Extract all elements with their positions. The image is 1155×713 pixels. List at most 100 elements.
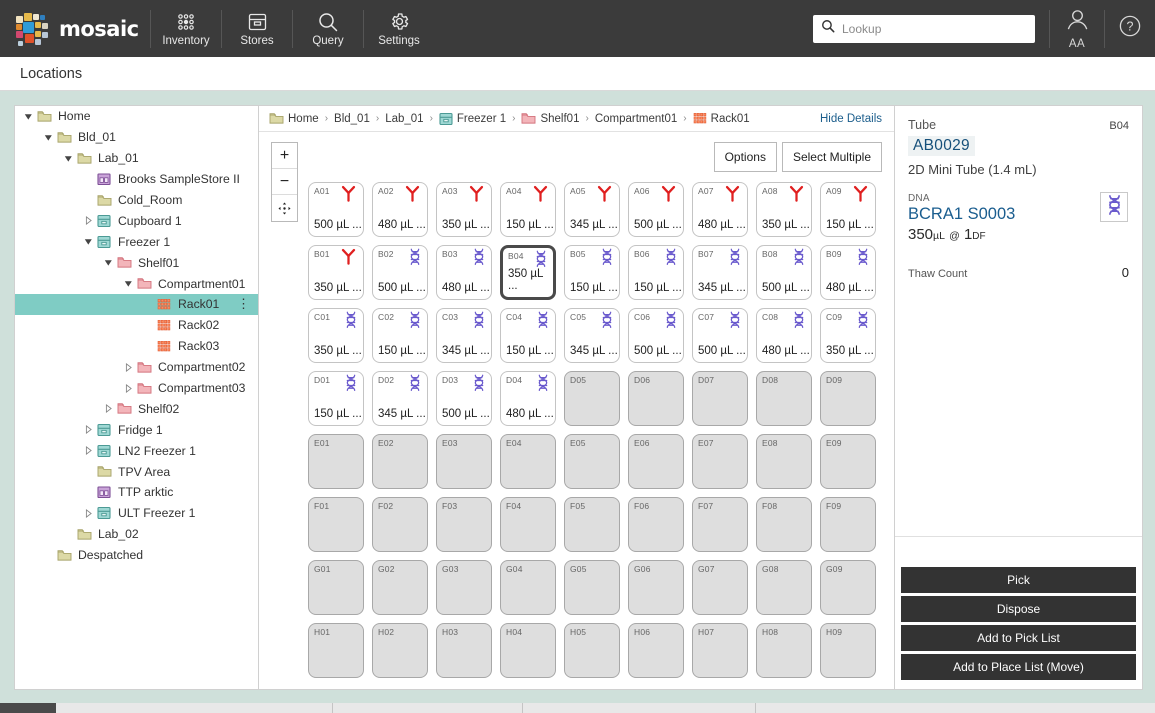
well-body[interactable]: H01 [308, 623, 364, 678]
well-body[interactable]: F03 [436, 497, 492, 552]
rack-well-B09[interactable]: B09480 µL ... [816, 241, 880, 304]
tree-item-compartment02[interactable]: Compartment02 [15, 357, 258, 378]
well-body[interactable]: H09 [820, 623, 876, 678]
tree-twisty-icon[interactable] [81, 216, 95, 225]
hide-details-link[interactable]: Hide Details [820, 106, 882, 132]
breadcrumb-item-lab-01[interactable]: Lab_01 [385, 113, 423, 125]
rack-well-A06[interactable]: A06500 µL ... [624, 178, 688, 241]
well-body[interactable]: F04 [500, 497, 556, 552]
rack-well-A07[interactable]: A07480 µL ... [688, 178, 752, 241]
well-body[interactable]: A05345 µL ... [564, 182, 620, 237]
scrollbar-thumb[interactable] [0, 703, 56, 713]
tree-twisty-icon[interactable] [81, 509, 95, 518]
rack-well-D08[interactable]: D08 [752, 367, 816, 430]
rack-well-B05[interactable]: B05150 µL ... [560, 241, 624, 304]
tree-twisty-icon[interactable] [121, 363, 135, 372]
tree-twisty-icon[interactable] [41, 133, 55, 142]
options-button[interactable]: Options [714, 142, 777, 172]
well-body[interactable]: B04350 µL ... [500, 245, 556, 300]
rack-well-G02[interactable]: G02 [368, 556, 432, 619]
well-body[interactable]: F06 [628, 497, 684, 552]
tree-item-despatched[interactable]: Despatched [15, 545, 258, 566]
rack-well-A08[interactable]: A08350 µL ... [752, 178, 816, 241]
tree-twisty-icon[interactable] [61, 154, 75, 163]
well-body[interactable]: H07 [692, 623, 748, 678]
well-body[interactable]: A03350 µL ... [436, 182, 492, 237]
rack-well-H09[interactable]: H09 [816, 619, 880, 682]
tree-item-ult-freezer-1[interactable]: ULT Freezer 1 [15, 503, 258, 524]
tree-twisty-icon[interactable] [81, 446, 95, 455]
rack-well-B04[interactable]: B04350 µL ... [496, 241, 560, 304]
well-body[interactable]: H04 [500, 623, 556, 678]
well-body[interactable]: B08500 µL ... [756, 245, 812, 300]
rack-well-C05[interactable]: C05345 µL ... [560, 304, 624, 367]
rack-well-B06[interactable]: B06150 µL ... [624, 241, 688, 304]
rack-well-D04[interactable]: D04480 µL ... [496, 367, 560, 430]
rack-well-H01[interactable]: H01 [304, 619, 368, 682]
lookup-search-box[interactable] [813, 15, 1035, 43]
rack-well-G07[interactable]: G07 [688, 556, 752, 619]
rack-well-B01[interactable]: B01350 µL ... [304, 241, 368, 304]
user-account-button[interactable]: AA [1050, 8, 1104, 50]
tree-item-lab-02[interactable]: Lab_02 [15, 524, 258, 545]
lookup-input[interactable] [842, 22, 1027, 36]
well-body[interactable]: H06 [628, 623, 684, 678]
well-body[interactable]: B02500 µL ... [372, 245, 428, 300]
tree-twisty-icon[interactable] [121, 384, 135, 393]
rack-well-B07[interactable]: B07345 µL ... [688, 241, 752, 304]
well-body[interactable]: D06 [628, 371, 684, 426]
nav-settings[interactable]: Settings [364, 0, 434, 57]
well-body[interactable]: F07 [692, 497, 748, 552]
nav-stores[interactable]: Stores [222, 0, 292, 57]
well-body[interactable]: H05 [564, 623, 620, 678]
well-body[interactable]: E08 [756, 434, 812, 489]
rack-well-H05[interactable]: H05 [560, 619, 624, 682]
tree-twisty-icon[interactable] [81, 237, 95, 246]
tree-item-lab-01[interactable]: Lab_01 [15, 148, 258, 169]
well-body[interactable]: C03345 µL ... [436, 308, 492, 363]
well-body[interactable]: C08480 µL ... [756, 308, 812, 363]
well-body[interactable]: G08 [756, 560, 812, 615]
rack-well-F04[interactable]: F04 [496, 493, 560, 556]
well-body[interactable]: G01 [308, 560, 364, 615]
well-body[interactable]: H08 [756, 623, 812, 678]
rack-well-A01[interactable]: A01500 µL ... [304, 178, 368, 241]
well-body[interactable]: E01 [308, 434, 364, 489]
fit-to-view-button[interactable] [272, 195, 297, 221]
rack-well-H04[interactable]: H04 [496, 619, 560, 682]
well-body[interactable]: G03 [436, 560, 492, 615]
tree-item-fridge-1[interactable]: Fridge 1 [15, 419, 258, 440]
zoom-in-button[interactable]: + [272, 143, 297, 169]
rack-well-A03[interactable]: A03350 µL ... [432, 178, 496, 241]
well-body[interactable]: G07 [692, 560, 748, 615]
tree-item-compartment01[interactable]: Compartment01 [15, 273, 258, 294]
nav-query[interactable]: Query [293, 0, 363, 57]
tree-item-shelf01[interactable]: Shelf01 [15, 252, 258, 273]
rack-well-C06[interactable]: C06500 µL ... [624, 304, 688, 367]
well-body[interactable]: C07500 µL ... [692, 308, 748, 363]
well-body[interactable]: G05 [564, 560, 620, 615]
breadcrumb-item-compartment01[interactable]: Compartment01 [595, 113, 677, 125]
well-body[interactable]: B06150 µL ... [628, 245, 684, 300]
rack-well-F03[interactable]: F03 [432, 493, 496, 556]
well-body[interactable]: D03500 µL ... [436, 371, 492, 426]
rack-well-F05[interactable]: F05 [560, 493, 624, 556]
tree-item-ln2-freezer-1[interactable]: LN2 Freezer 1 [15, 440, 258, 461]
well-body[interactable]: B09480 µL ... [820, 245, 876, 300]
well-body[interactable]: C09350 µL ... [820, 308, 876, 363]
well-body[interactable]: E02 [372, 434, 428, 489]
rack-well-D03[interactable]: D03500 µL ... [432, 367, 496, 430]
tree-item-ttp-arktic[interactable]: TTP arktic [15, 482, 258, 503]
rack-well-E05[interactable]: E05 [560, 430, 624, 493]
well-body[interactable]: A06500 µL ... [628, 182, 684, 237]
well-body[interactable]: B03480 µL ... [436, 245, 492, 300]
rack-well-C08[interactable]: C08480 µL ... [752, 304, 816, 367]
rack-well-A02[interactable]: A02480 µL ... [368, 178, 432, 241]
well-body[interactable]: D09 [820, 371, 876, 426]
tree-item-rack01[interactable]: Rack01⋮ [15, 294, 258, 315]
tree-twisty-icon[interactable] [21, 112, 35, 121]
help-button[interactable]: ? [1105, 14, 1155, 43]
tree-twisty-icon[interactable] [81, 425, 95, 434]
rack-well-H03[interactable]: H03 [432, 619, 496, 682]
rack-well-C03[interactable]: C03345 µL ... [432, 304, 496, 367]
